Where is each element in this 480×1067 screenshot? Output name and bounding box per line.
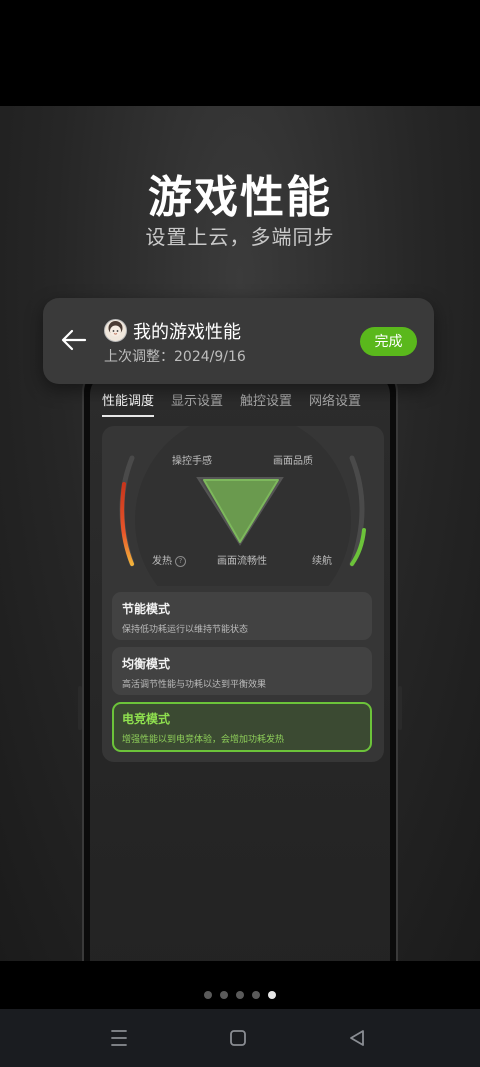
bottom-area bbox=[0, 961, 480, 1067]
phone-side-button bbox=[398, 686, 402, 730]
game-performance-card: 我的游戏性能 上次调整：2024/9/16 完成 bbox=[43, 298, 434, 384]
tab-display[interactable]: 显示设置 bbox=[171, 390, 223, 409]
gauge-label-heat: 发热? bbox=[152, 552, 186, 567]
page-dot[interactable] bbox=[204, 991, 212, 999]
mode-title: 电竞模式 bbox=[122, 712, 171, 726]
page-indicator bbox=[0, 991, 480, 999]
mode-title: 节能模式 bbox=[122, 602, 171, 616]
avatar bbox=[104, 319, 127, 342]
gauge-label-smoothness: 画面流畅性 bbox=[217, 556, 267, 567]
menu-icon[interactable] bbox=[104, 1023, 134, 1053]
promo-stage: 游戏性能 设置上云，多端同步 性能调度 显示设置 触控设置 网络设置 操控手感 … bbox=[0, 106, 480, 961]
back-arrow-icon[interactable] bbox=[61, 328, 87, 352]
last-adjusted-date: 上次调整：2024/9/16 bbox=[104, 349, 246, 365]
mode-title: 均衡模式 bbox=[122, 657, 171, 671]
settings-tabs: 性能调度 显示设置 触控设置 网络设置 bbox=[102, 390, 390, 417]
phone-screen: 性能调度 显示设置 触控设置 网络设置 操控手感 画面品质 发热 ? 画面流畅性… bbox=[90, 374, 390, 961]
performance-gauge: 操控手感 画面品质 发热? 画面流畅性 续航 bbox=[102, 426, 384, 586]
home-icon[interactable] bbox=[223, 1023, 253, 1053]
mode-description: 增强性能以到电竞体验，会增加功耗发热 bbox=[122, 735, 285, 745]
card-title: 我的游戏性能 bbox=[133, 322, 241, 343]
hero-title: 游戏性能 bbox=[148, 172, 332, 223]
mode-esports[interactable]: 电竞模式 增强性能以到电竞体验，会增加功耗发热 bbox=[112, 702, 372, 752]
tab-performance[interactable]: 性能调度 bbox=[102, 390, 155, 417]
mode-power-saving[interactable]: 节能模式 保持低功耗运行以维持节能状态 bbox=[112, 592, 372, 640]
tab-network[interactable]: 网络设置 bbox=[309, 390, 361, 409]
done-button[interactable]: 完成 bbox=[360, 327, 417, 356]
status-bar-area bbox=[0, 0, 480, 106]
system-nav-bar bbox=[0, 1009, 480, 1067]
hero-subtitle: 设置上云，多端同步 bbox=[145, 225, 335, 249]
mode-description: 保持低功耗运行以维持节能状态 bbox=[122, 625, 249, 635]
mode-balanced[interactable]: 均衡模式 高活调节性能与功耗以达到平衡效果 bbox=[112, 647, 372, 695]
gauge-label-control: 操控手感 bbox=[172, 456, 212, 467]
page-dot[interactable] bbox=[236, 991, 244, 999]
page-dot[interactable] bbox=[252, 991, 260, 999]
gauge-label-quality: 画面品质 bbox=[273, 456, 313, 467]
page-dot[interactable] bbox=[220, 991, 228, 999]
gauge-label-battery: 续航 bbox=[312, 556, 332, 567]
back-triangle-icon[interactable] bbox=[342, 1023, 372, 1053]
phone-mockup: 性能调度 显示设置 触控设置 网络设置 操控手感 画面品质 发热 ? 画面流畅性… bbox=[82, 366, 398, 961]
help-icon[interactable]: ? bbox=[175, 555, 186, 567]
mode-description: 高活调节性能与功耗以达到平衡效果 bbox=[122, 680, 267, 690]
page-dot-active[interactable] bbox=[268, 991, 276, 999]
performance-panel: 操控手感 画面品质 发热? 画面流畅性 续航 节能模式 保持低功耗运行以维持节能… bbox=[102, 426, 384, 762]
tab-touch[interactable]: 触控设置 bbox=[240, 390, 292, 409]
